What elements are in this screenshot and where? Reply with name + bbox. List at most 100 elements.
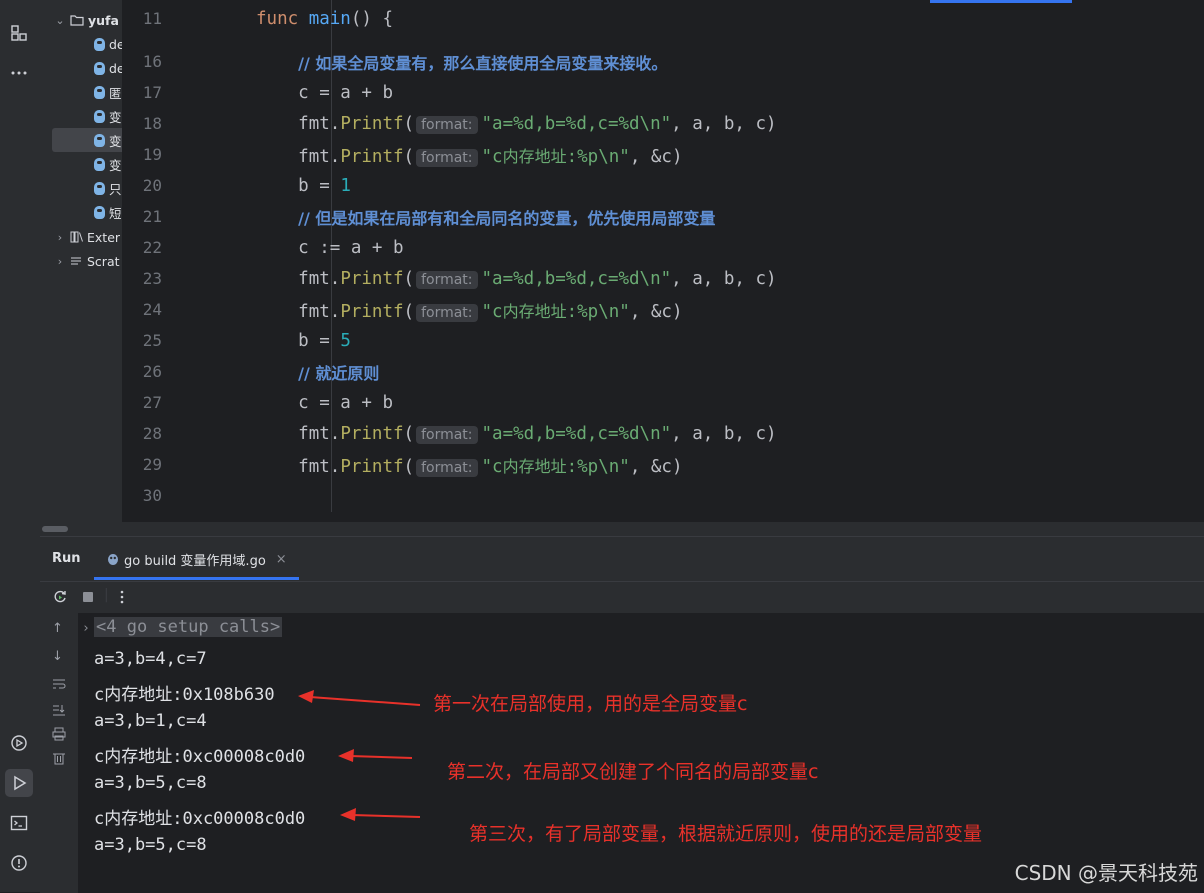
tree-file[interactable]: 匿 [94,80,122,104]
run-config-tab[interactable]: go build 变量作用域.go × [94,541,299,580]
run-icon[interactable] [5,769,33,797]
code-comment: // 但是如果在局部有和全局同名的变量，优先使用局部变量 [298,208,716,228]
tree-file[interactable]: de [94,32,122,56]
annotation-third: 第三次，有了局部变量，根据就近原则，使用的还是局部变量 [469,823,983,845]
terminal-icon[interactable] [8,812,30,834]
code-line[interactable]: 29 fmt.Printf(format: "c内存地址:%p\n", &c) [122,449,1204,480]
code-token: fmt. [298,456,341,477]
code-token: func [256,8,309,29]
go-file-icon [94,61,105,75]
arrow-up-icon[interactable]: ↑ [52,621,63,636]
code-line[interactable]: 26 // 就近原则 [122,356,1204,387]
code-token: Printf [340,456,404,477]
tree-file-label: 匿 [109,85,122,101]
close-icon[interactable]: × [276,552,287,567]
code-line[interactable]: 16 // 如果全局变量有，那么直接使用全局变量来接收。 [122,46,1204,77]
line-number: 19 [142,145,162,164]
tree-external-libraries[interactable]: › Exter [54,225,122,249]
code-text: b = 1 [256,176,351,196]
code-text: fmt.Printf(format: "a=%d,b=%d,c=%d\n", a,… [256,424,777,444]
scroll-to-end-icon[interactable] [52,703,66,721]
setup-calls-folded[interactable]: <4 go setup calls> [94,617,283,637]
code-token: , &c) [629,146,683,167]
tree-file[interactable]: 变 [52,128,122,152]
structure-icon[interactable] [8,22,30,44]
annotation-arrow-1 [298,690,421,706]
editor-horizontal-scrollbar[interactable] [40,522,1204,536]
tree-scratches[interactable]: › Scrat [54,249,122,273]
code-token: , a, b, c) [671,423,777,444]
code-line[interactable]: 22 c := a + b [122,232,1204,263]
code-token: fmt. [298,301,341,322]
code-token: 1 [340,175,351,196]
code-line[interactable]: 24 fmt.Printf(format: "c内存地址:%p\n", &c) [122,294,1204,325]
code-line[interactable]: 27 c = a + b [122,387,1204,418]
code-text: b = 5 [256,331,351,351]
more-options-icon[interactable] [114,589,130,609]
problems-icon[interactable] [8,852,30,874]
line-number: 26 [142,362,162,381]
code-line[interactable]: 21 // 但是如果在局部有和全局同名的变量，优先使用局部变量 [122,201,1204,232]
print-icon[interactable] [52,727,66,745]
code-token: 内存地址 [502,301,567,321]
soft-wrap-icon[interactable] [52,677,66,695]
code-line[interactable]: 30 [122,480,1204,511]
code-line[interactable]: 23 fmt.Printf(format: "a=%d,b=%d,c=%d\n",… [122,263,1204,294]
tree-file[interactable]: 短 [94,200,122,224]
code-text: c := a + b [256,237,404,258]
tree-file[interactable]: de [94,56,122,80]
code-line[interactable]: 18 fmt.Printf(format: "a=%d,b=%d,c=%d\n",… [122,108,1204,139]
code-token: ( [403,301,415,322]
code-line[interactable]: 25 b = 5 [122,325,1204,356]
chevron-right-icon[interactable]: › [82,621,90,636]
console-side-toolbar: ↑ ↓ [40,613,78,893]
code-token: ( [403,268,415,289]
code-token: :%p\n" [566,456,630,477]
code-token: Printf [340,113,404,134]
go-file-icon [94,37,105,51]
rerun-icon[interactable] [52,589,68,609]
code-line[interactable]: 17 c = a + b [122,77,1204,108]
trash-icon[interactable] [52,751,66,769]
line-number: 30 [142,486,162,505]
tree-file-label: de [109,60,122,76]
code-line[interactable]: 28 fmt.Printf(format: "a=%d,b=%d,c=%d\n",… [122,418,1204,449]
run-tab-label: go build 变量作用域.go [124,553,266,569]
code-text: // 但是如果在局部有和全局同名的变量，优先使用局部变量 [256,205,715,229]
code-token: "a=%d,b=%d,c=%d\n" [481,113,672,134]
code-line[interactable]: 20 b = 1 [122,170,1204,201]
tree-file-label: 变 [109,157,122,173]
console-line: a=3,b=4,c=7 [94,649,207,669]
tree-file[interactable]: 变 [94,152,122,176]
code-line[interactable]: 19 fmt.Printf(format: "c内存地址:%p\n", &c) [122,139,1204,170]
stop-icon[interactable] [80,589,96,609]
services-icon[interactable] [8,732,30,754]
arrow-down-icon[interactable]: ↓ [52,649,63,664]
code-line[interactable]: 11 func main() { [122,3,1204,34]
code-token: ( [403,113,415,134]
code-token: c := a + b [298,237,404,258]
tree-file[interactable]: 只 [94,176,122,200]
go-file-icon [94,157,105,171]
code-text: fmt.Printf(format: "c内存地址:%p\n", &c) [256,453,683,477]
chevron-right-icon: › [57,254,63,268]
code-token: ( [403,146,415,167]
console-output[interactable]: › <4 go setup calls> a=3,b=4,c=7 c内存地址:0x… [78,613,1204,893]
more-icon[interactable] [8,62,30,84]
go-file-icon [94,109,105,123]
scrollbar-thumb[interactable] [42,526,68,532]
code-comment: // 如果全局变量有，那么直接使用全局变量来接收。 [298,53,668,73]
tree-file-label: 只 [109,181,122,197]
console-line: c内存地址:0x108b630 [94,685,275,705]
code-text: c = a + b [256,83,393,103]
watermark: CSDN @景天科技苑 [1014,861,1198,885]
tree-root[interactable]: ⌄ yufa [54,8,122,32]
run-toolbar: | [40,581,1204,614]
code-token: fmt. [298,113,341,134]
code-token: Printf [340,146,404,167]
tree-file[interactable]: 变 [94,104,122,128]
